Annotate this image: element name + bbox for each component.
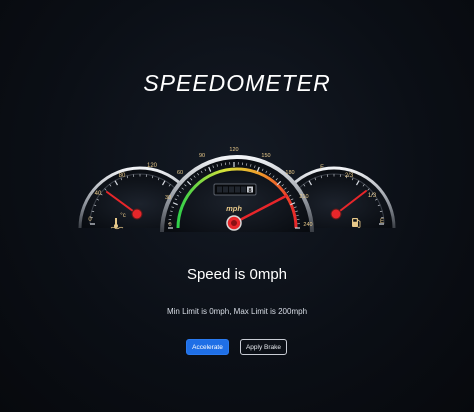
temperature-needle-hub [131, 208, 143, 220]
speed-tick-label: 60 [177, 170, 183, 176]
odometer-display: 8 [213, 183, 257, 196]
fuel-tick-label: 1/3 [368, 193, 377, 199]
limits-readout: Min Limit is 0mph, Max Limit is 200mph [166, 307, 308, 316]
speed-tick-label: 210 [299, 194, 308, 200]
fuel-tick-label: 2/3 [345, 173, 354, 179]
speed-tick-label: 30 [165, 195, 171, 201]
fuel-tick-label: F [320, 165, 324, 171]
speed-tick-label: 90 [199, 153, 205, 159]
fuel-needle-hub [330, 208, 342, 220]
odometer-digit: 8 [248, 188, 251, 194]
speed-tick-label: 150 [261, 153, 270, 159]
page-title: SPEEDOMETER [143, 70, 331, 96]
speed-tick-label: 120 [229, 147, 238, 153]
fuel-tick-label: E [380, 219, 384, 225]
speed-tick-label: 240 [303, 222, 312, 228]
speed-tick-label: 180 [285, 170, 294, 176]
speed-gauge: 0 30 60 90 120 150 180 210 240 8 mph [160, 147, 314, 233]
temp-unit: °c [120, 213, 125, 219]
dashboard-cluster: 0 40 80 120 °c E 1/3 2/3 F 0 30 60 90 12… [78, 147, 396, 233]
temp-tick-label: 40 [95, 191, 102, 197]
accelerate-button[interactable]: Accelerate [186, 339, 229, 355]
speed-unit: mph [226, 204, 242, 213]
temp-tick-label: 120 [147, 163, 158, 169]
speed-tick-label: 0 [168, 222, 171, 228]
apply-brake-button[interactable]: Apply Brake [240, 339, 287, 355]
speed-readout: Speed is 0mph [186, 266, 288, 283]
temp-tick-label: 80 [119, 173, 126, 179]
